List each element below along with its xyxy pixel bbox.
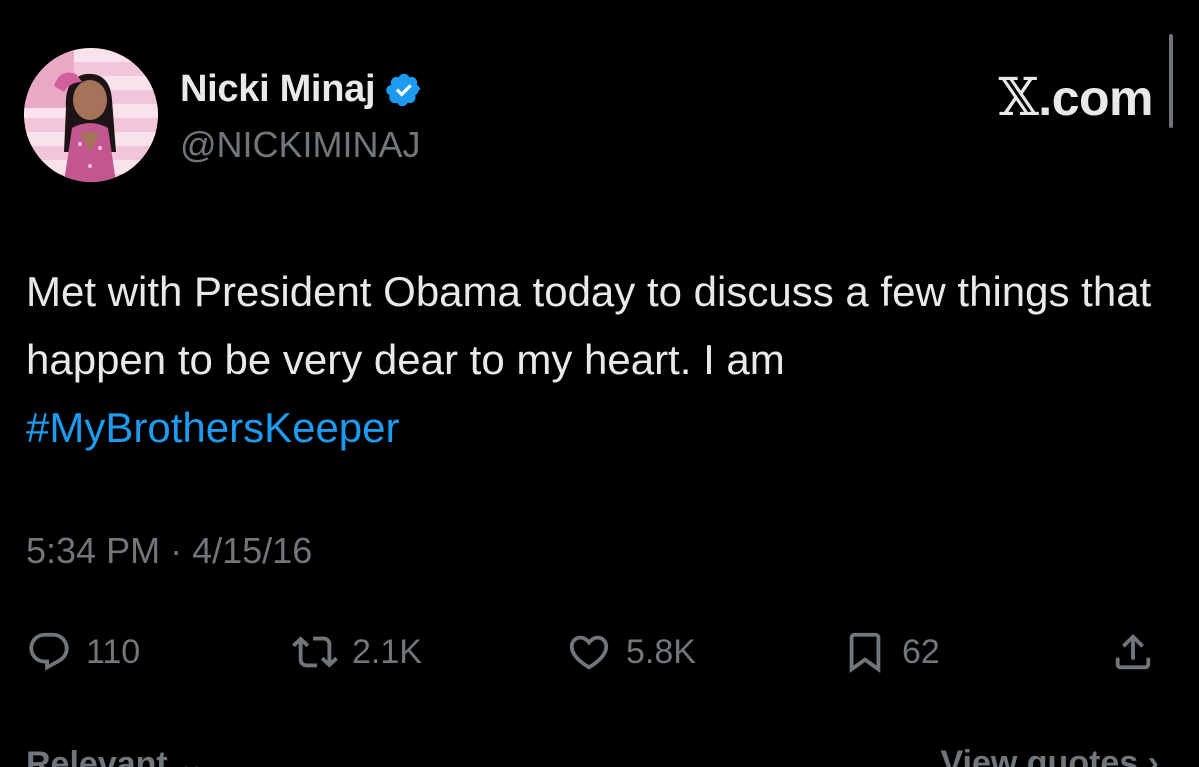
tweet-view: Nicki Minaj @NICKIMINAJ 𝕏 .com Met with P…	[0, 0, 1199, 767]
verified-badge-icon	[386, 73, 421, 106]
like-button[interactable]: 5.8K	[566, 622, 696, 682]
reply-button[interactable]: 110	[26, 622, 140, 682]
display-name[interactable]: Nicki Minaj	[180, 68, 376, 111]
share-icon	[1115, 633, 1151, 670]
repost-button[interactable]: 2.1K	[292, 622, 422, 682]
bookmark-button[interactable]: 62	[842, 622, 940, 682]
x-logo: 𝕏	[998, 68, 1039, 128]
author-name-row[interactable]: Nicki Minaj	[180, 68, 423, 111]
avatar-image	[24, 48, 158, 182]
bookmark-count: 62	[902, 632, 940, 671]
tweet-body: Met with President Obama today to discus…	[26, 268, 1152, 383]
hashtag-link[interactable]: #MyBrothersKeeper	[26, 404, 400, 451]
brand-watermark: 𝕏 .com	[998, 68, 1153, 128]
tweet-time: 5:34 PM	[26, 530, 161, 571]
replies-toolbar: Relevant ⌄ View quotes ›	[0, 738, 1199, 767]
reply-count: 110	[86, 632, 141, 671]
repost-icon	[292, 636, 338, 668]
brand-domain: .com	[1038, 70, 1153, 126]
bookmark-icon	[849, 632, 881, 673]
action-bar: 110 2.1K 5.8K 62	[0, 622, 1199, 682]
view-quotes-link[interactable]: View quotes ›	[940, 744, 1159, 767]
share-button[interactable]	[1110, 622, 1156, 682]
sort-replies-dropdown[interactable]: Relevant ⌄	[26, 744, 206, 767]
like-icon	[569, 635, 609, 670]
tweet-date: 4/15/16	[192, 530, 313, 571]
avatar[interactable]	[24, 48, 158, 182]
scrollbar[interactable]	[1169, 34, 1173, 128]
tweet-text: Met with President Obama today to discus…	[26, 258, 1166, 462]
repost-count: 2.1K	[352, 632, 422, 671]
tweet-timestamp[interactable]: 5:34 PM · 4/15/16	[26, 530, 312, 572]
like-count: 5.8K	[626, 632, 696, 671]
user-handle[interactable]: @NICKIMINAJ	[180, 124, 421, 166]
meta-separator: ·	[170, 530, 183, 571]
reply-icon	[29, 632, 69, 671]
